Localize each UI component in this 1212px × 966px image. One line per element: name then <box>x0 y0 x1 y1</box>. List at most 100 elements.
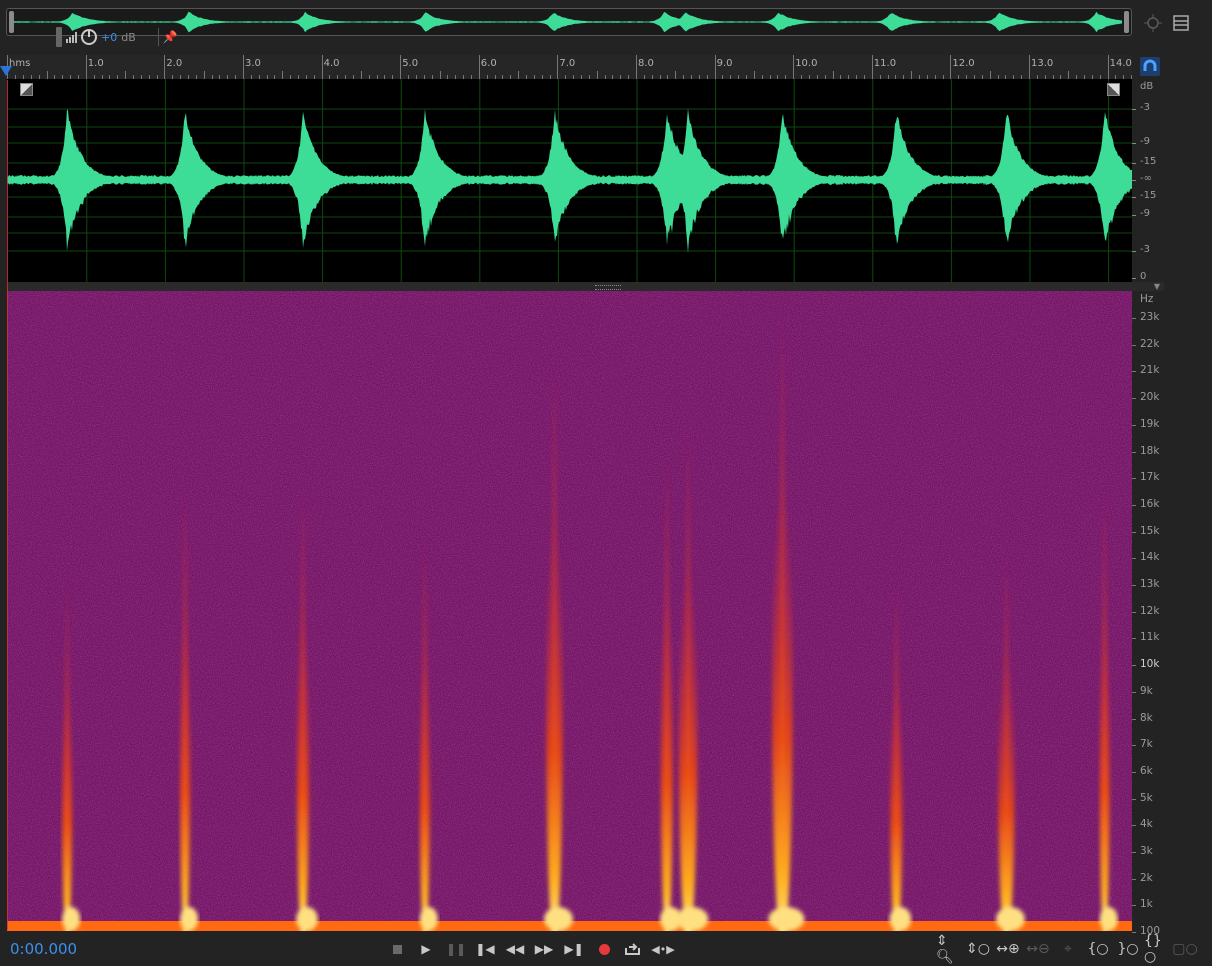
timecode-display[interactable]: 0:00.000 <box>10 940 77 958</box>
pin-icon[interactable]: 📌 <box>163 30 178 44</box>
playhead-marker[interactable] <box>0 66 12 76</box>
hz-label: 21k <box>1140 364 1160 377</box>
panel-menu-icon[interactable] <box>1172 14 1190 32</box>
ruler-unit: hms <box>9 58 31 69</box>
zoom-reset-button[interactable]: ⌖ <box>1056 939 1080 959</box>
chevron-down-icon[interactable]: ▼ <box>1154 282 1160 291</box>
hz-label: 8k <box>1140 711 1153 724</box>
playhead-line <box>7 80 8 930</box>
waveform-trace <box>7 108 1132 254</box>
ruler-tick <box>478 55 480 79</box>
hz-tick <box>1132 451 1136 453</box>
hz-label: 5k <box>1140 791 1153 804</box>
hz-label: 7k <box>1140 738 1153 751</box>
ruler-label: 8.0 <box>638 58 654 69</box>
burst-core <box>890 674 903 931</box>
magnet-icon <box>1143 59 1157 71</box>
burst-base <box>419 907 438 931</box>
db-tick <box>1132 251 1136 252</box>
db-tick <box>1132 163 1136 164</box>
gain-hud[interactable]: +0 dB 📌 <box>56 26 180 48</box>
hz-tick <box>1132 798 1136 800</box>
hz-tick <box>1132 691 1136 693</box>
db-label: -9 <box>1140 136 1150 147</box>
ruler-tick <box>557 55 559 79</box>
overview-left-handle[interactable] <box>9 11 14 33</box>
go-to-start-button[interactable]: ❚◀ <box>474 939 496 959</box>
hz-label: 19k <box>1140 417 1160 430</box>
burst-core <box>998 650 1015 931</box>
ruler-label: 5.0 <box>402 58 419 69</box>
db-tick <box>1132 278 1136 279</box>
hud-grip[interactable] <box>56 27 62 47</box>
fade-in-handle[interactable] <box>20 83 33 96</box>
ruler-tick <box>400 55 402 79</box>
hz-label: 10k <box>1140 658 1160 671</box>
ruler-tick <box>85 55 87 79</box>
burst-core <box>419 641 430 931</box>
db-scale[interactable]: dB -3 -9 -15 -∞ -15 -9 -3 0 <box>1132 79 1162 282</box>
overview-right-handle[interactable] <box>1124 11 1129 33</box>
zoom-in-time-button[interactable]: ↔⊕ <box>996 939 1020 959</box>
db-tick <box>1132 215 1136 216</box>
zoom-in-right-button[interactable]: }○ <box>1116 939 1140 959</box>
burst-core <box>62 674 73 931</box>
skip-forward-icon: ▶❚ <box>564 942 584 956</box>
play-button[interactable]: ▶ <box>415 939 437 959</box>
gain-value[interactable]: +0 <box>101 31 117 44</box>
record-icon <box>598 943 610 955</box>
ruler-label: 7.0 <box>559 58 576 69</box>
frequency-scale[interactable]: Hz 23k 22k 21k 20k 19k 18k 17k 16k 15k 14k 13k 12k 1… <box>1132 291 1172 937</box>
pause-icon: ❚❚ <box>445 942 467 956</box>
ruler-label: 12.0 <box>952 58 975 69</box>
db-label: -9 <box>1140 208 1150 219</box>
hz-tick <box>1132 878 1136 880</box>
fast-forward-button[interactable]: ▶▶ <box>533 939 555 959</box>
hz-label: 13k <box>1140 578 1160 590</box>
rewind-button[interactable]: ◀◀ <box>504 939 526 959</box>
hz-tick <box>1132 611 1136 613</box>
snap-magnet-button[interactable] <box>1140 57 1160 76</box>
zoom-selection-button[interactable]: ▢○ <box>1172 939 1197 959</box>
spectral-frequency-display[interactable] <box>7 291 1132 931</box>
hz-tick <box>1132 638 1136 640</box>
hz-label: 22k <box>1140 337 1160 350</box>
db-unit: dB <box>1140 81 1154 92</box>
ruler-tick <box>439 71 441 79</box>
loop-button[interactable] <box>622 939 644 959</box>
splitter-grip[interactable] <box>595 285 621 290</box>
zoom-out-full-button[interactable]: {}○ <box>1144 933 1168 965</box>
ruler-tick <box>1068 71 1070 79</box>
ruler-tick <box>832 71 834 79</box>
pause-button[interactable]: ❚❚ <box>445 939 467 959</box>
go-to-end-button[interactable]: ▶❚ <box>563 939 585 959</box>
fade-out-handle[interactable] <box>1107 83 1120 96</box>
skip-selection-button[interactable]: ◀•▶ <box>651 939 674 959</box>
time-ruler[interactable]: hms 1.0 2.0 3.0 4.0 5.0 6.0 7.0 8.0 9.0 10.0 11.0 1… <box>6 55 1133 79</box>
zoom-out-time-button[interactable]: ↔⊖ <box>1026 939 1050 959</box>
record-button[interactable] <box>593 939 615 959</box>
zoom-out-amplitude-button[interactable]: ⇕○ <box>966 939 990 959</box>
target-icon[interactable] <box>1144 14 1162 32</box>
hz-tick <box>1132 344 1136 346</box>
ruler-tick <box>282 71 284 79</box>
burst-base <box>62 907 81 931</box>
gain-knob-icon[interactable] <box>81 29 97 45</box>
zoom-in-amplitude-button[interactable]: ⇕🔍︎ <box>936 933 960 965</box>
view-splitter[interactable]: ▼ <box>7 282 1164 291</box>
hz-tick <box>1132 398 1136 400</box>
stop-button[interactable] <box>386 939 408 959</box>
waveform-view[interactable] <box>7 79 1132 282</box>
burst-core <box>180 604 191 931</box>
zoom-in-left-button[interactable]: {○ <box>1086 939 1110 959</box>
ruler-tick <box>46 71 48 79</box>
play-icon: ▶ <box>421 942 431 956</box>
burst-core <box>660 580 673 931</box>
zoom-target-icon: ⌖ <box>1064 941 1072 957</box>
hz-tick <box>1132 665 1136 667</box>
db-label: -3 <box>1140 102 1150 113</box>
db-tick <box>1132 109 1136 110</box>
db-label: -∞ <box>1140 173 1152 184</box>
ruler-tick <box>596 71 598 79</box>
ruler-tick <box>243 55 244 79</box>
